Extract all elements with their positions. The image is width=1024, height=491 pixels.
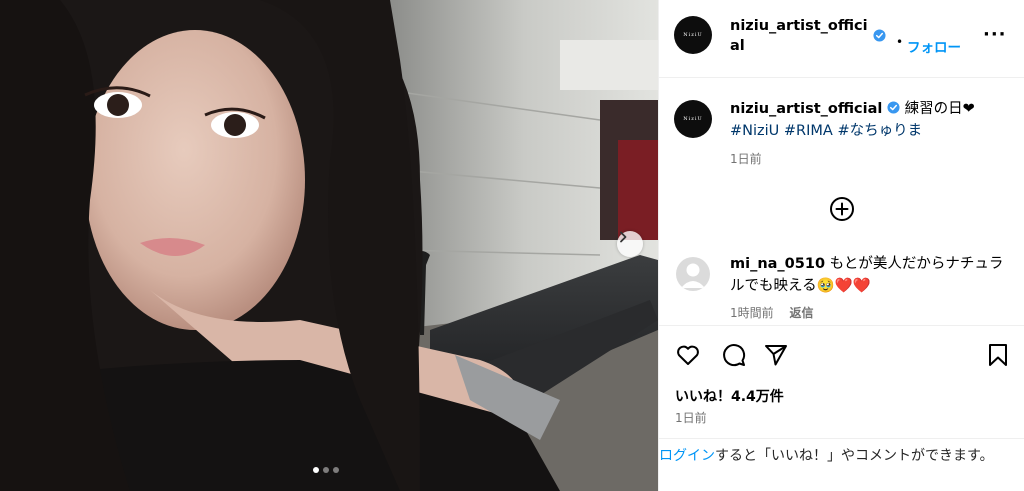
- hashtag[interactable]: #RIMA: [784, 123, 833, 139]
- caption-username[interactable]: niziu_artist_official: [730, 101, 882, 117]
- avatar[interactable]: NiziU: [674, 100, 712, 138]
- photo-image: [0, 0, 658, 491]
- login-link[interactable]: ログイン: [659, 448, 715, 464]
- likes-count[interactable]: いいね！4.4万件: [675, 386, 784, 406]
- avatar-logo: NiziU: [683, 116, 703, 122]
- post-photo[interactable]: [0, 0, 658, 491]
- share-icon[interactable]: [763, 342, 789, 368]
- carousel-indicator: [313, 467, 339, 473]
- comment-meta: 1時間前 返信: [730, 304, 825, 321]
- post-time: 1日前: [675, 411, 707, 425]
- more-horizontal-icon[interactable]: ···: [983, 26, 1007, 44]
- verified-icon: [887, 101, 900, 114]
- avatar-logo: NiziU: [683, 32, 703, 38]
- chevron-right-icon: [620, 231, 627, 243]
- follow-button[interactable]: フォロー: [907, 36, 961, 56]
- carousel-dot: [333, 467, 339, 473]
- comment-time: 1時間前: [730, 306, 774, 320]
- avatar[interactable]: [676, 257, 710, 291]
- default-user-icon: [681, 263, 705, 288]
- comment-body: mi_na_0510 もとが美人だからナチュラルでも映える🥹❤️❤️: [730, 253, 1005, 297]
- account-username[interactable]: niziu_artist_official: [730, 16, 870, 56]
- post-header: NiziU niziu_artist_official • フォロー ···: [659, 0, 1024, 78]
- caption-body: niziu_artist_official 練習の日❤ #NiziU #RIMA…: [730, 98, 1010, 142]
- caption-time: 1日前: [730, 152, 762, 166]
- verified-icon: [873, 29, 886, 42]
- action-bar: いいね！4.4万件 1日前: [659, 325, 1024, 429]
- hashtag[interactable]: #なちゅりま: [837, 123, 922, 139]
- heart-icon[interactable]: [675, 342, 701, 368]
- add-circle-icon[interactable]: [829, 196, 855, 222]
- avatar[interactable]: NiziU: [674, 16, 712, 54]
- post-side-panel: NiziU niziu_artist_official • フォロー ··· N…: [658, 0, 1024, 491]
- comment-username[interactable]: mi_na_0510: [730, 256, 825, 272]
- bookmark-icon[interactable]: [985, 342, 1011, 368]
- hashtag[interactable]: #NiziU: [730, 123, 779, 139]
- carousel-next-button[interactable]: [617, 231, 643, 257]
- carousel-dot: [323, 467, 329, 473]
- comment-icon[interactable]: [721, 342, 747, 368]
- reply-button[interactable]: 返信: [789, 306, 813, 320]
- login-prompt: ログインすると「いいね！」やコメントができます。: [659, 438, 1024, 491]
- login-prompt-text: すると「いいね！」やコメントができます。: [715, 448, 994, 464]
- separator: •: [896, 35, 904, 49]
- carousel-dot: [313, 467, 319, 473]
- caption-text: 練習の日❤: [900, 101, 975, 117]
